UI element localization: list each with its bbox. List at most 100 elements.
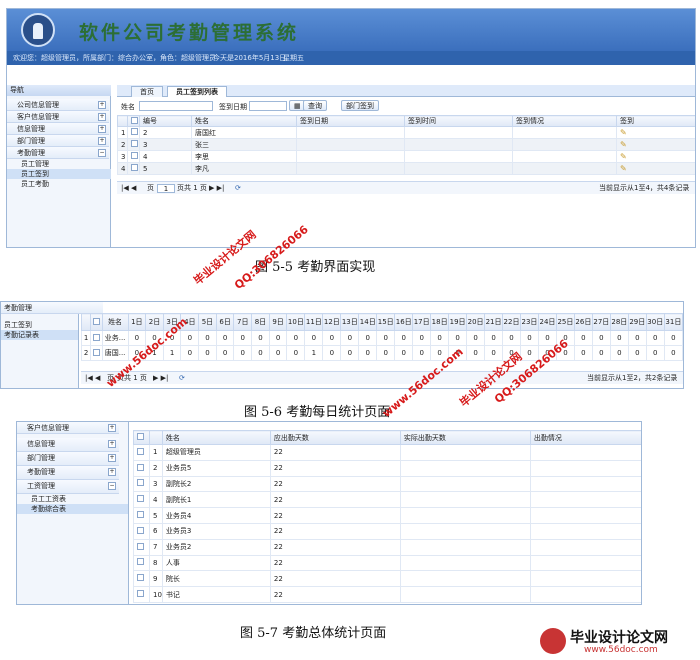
table-row[interactable]: 2 唐国... 0 1 1 0 0 0 0 0 0 0 1 0 0 0 0 0 0 0 0 0 0 0 0 0 0 0 0 0 0 0 0 <box>80 345 683 361</box>
sidebar-nav: 考勤管理 员工签到 考勤记录表 <box>1 302 103 388</box>
tab-checkin-list[interactable]: 员工签到列表 <box>167 86 227 97</box>
tab-home[interactable]: 首页 <box>131 86 163 97</box>
table-row[interactable]: 6 业务员3 22 <box>133 522 641 540</box>
next-page-icon[interactable]: ▶ ▶| <box>153 372 168 385</box>
col-time[interactable]: 签到时间 <box>404 115 513 127</box>
system-title: 软件公司考勤管理系统 <box>79 22 300 44</box>
cell-day-value: 0 <box>340 345 360 361</box>
col-day[interactable]: 1日 <box>127 313 147 331</box>
col-day[interactable]: 20日 <box>466 313 486 331</box>
refresh-icon[interactable]: ⟳ <box>179 372 185 385</box>
col-day[interactable]: 14日 <box>358 313 378 331</box>
cell-time <box>404 126 513 139</box>
col-day[interactable]: 30日 <box>645 313 665 331</box>
col-name[interactable]: 姓名 <box>191 115 297 127</box>
col-day[interactable]: 25日 <box>555 313 575 331</box>
name-input[interactable] <box>139 101 213 111</box>
col-status[interactable]: 签到情况 <box>512 115 617 127</box>
sidebar-item-attendance[interactable]: 考勤管理 + <box>17 466 119 480</box>
col-day[interactable]: 23日 <box>520 313 539 331</box>
col-day[interactable]: 12日 <box>322 313 342 331</box>
col-day[interactable]: 2日 <box>145 313 164 331</box>
dept-checkin-button[interactable]: 部门签到 <box>341 100 379 111</box>
col-day[interactable]: 8日 <box>251 313 270 331</box>
col-checkin[interactable]: 签到 <box>616 115 695 127</box>
col-due-days[interactable]: 应出勤天数 <box>269 430 401 445</box>
col-day[interactable]: 10日 <box>286 313 306 331</box>
sidebar-sub-checkin[interactable]: 员工签到 <box>7 169 111 179</box>
col-day[interactable]: 22日 <box>502 313 521 331</box>
col-day[interactable]: 21日 <box>484 313 504 331</box>
sidebar-item-info[interactable]: 信息管理 + <box>7 123 109 135</box>
cell-day-value: 0 <box>394 330 414 346</box>
table-row[interactable]: 5 业务员4 22 <box>133 507 641 524</box>
sidebar-item-company[interactable]: 公司信息管理 + <box>7 99 109 111</box>
col-day[interactable]: 9日 <box>268 313 288 331</box>
logo-icon <box>21 13 55 47</box>
sidebar-item-attendance[interactable]: 考勤管理 − <box>7 147 109 159</box>
table-row[interactable]: 3 4 李思 ✎ <box>117 150 695 163</box>
sidebar-nav: 导航 公司信息管理 + 客户信息管理 + 信息管理 + 部门管理 + 考勤管理 − 员工管… <box>7 85 111 247</box>
col-day[interactable]: 15日 <box>376 313 396 331</box>
col-day[interactable]: 19日 <box>448 313 468 331</box>
sidebar-item-salary[interactable]: 工资管理 − <box>17 480 119 494</box>
col-day[interactable]: 26日 <box>573 313 593 331</box>
col-date[interactable]: 签到日期 <box>296 115 405 127</box>
table-row[interactable]: 8 人事 22 <box>133 554 641 572</box>
sidebar-item-dept[interactable]: 部门管理 + <box>7 135 109 147</box>
sidebar-sub-checkin[interactable]: 员工签到 <box>1 320 78 330</box>
sidebar-sub-attendance[interactable]: 员工考勤 <box>7 179 111 189</box>
sidebar-sub-attendance-summary[interactable]: 考勤综合表 <box>17 504 128 514</box>
col-day[interactable]: 27日 <box>591 313 611 331</box>
table-row[interactable]: 4 副院长1 22 <box>133 491 641 509</box>
table-row[interactable]: 7 业务员2 22 <box>133 538 641 556</box>
sidebar-sub-record[interactable]: 考勤记录表 <box>1 330 78 340</box>
table-row[interactable]: 2 业务员5 22 <box>133 459 641 477</box>
col-day[interactable]: 28日 <box>609 313 629 331</box>
col-day[interactable]: 6日 <box>215 313 235 331</box>
col-day[interactable]: 24日 <box>537 313 557 331</box>
sidebar-item-customer[interactable]: 客户信息管理 + <box>7 111 109 123</box>
table-row[interactable]: 1 超级管理员 22 <box>133 444 641 461</box>
sidebar-sub-salary-table[interactable]: 员工工资表 <box>17 494 128 504</box>
date-input[interactable] <box>249 101 287 111</box>
col-day[interactable]: 29日 <box>627 313 647 331</box>
row-index: 9 <box>149 570 163 588</box>
row-index: 7 <box>149 538 163 556</box>
col-attendance-status[interactable]: 出勤情况 <box>529 430 641 445</box>
table-row[interactable]: 1 2 唐国红 ✎ <box>117 126 695 139</box>
sidebar-item-customer[interactable]: 客户信息管理 + <box>17 422 119 434</box>
sidebar-sub-employee[interactable]: 员工管理 <box>7 159 111 169</box>
cell-status <box>512 150 617 163</box>
cell-day-value: 1 <box>304 345 324 361</box>
next-page-icon[interactable]: ▶ ▶| <box>209 182 224 195</box>
col-day[interactable]: 7日 <box>233 313 253 331</box>
first-page-icon[interactable]: |◀ ◀ <box>85 372 100 385</box>
table-row[interactable]: 10 书记 22 <box>133 586 641 603</box>
col-day[interactable]: 16日 <box>394 313 414 331</box>
col-day[interactable]: 17日 <box>412 313 432 331</box>
row-index: 5 <box>149 507 163 524</box>
sidebar-item-dept[interactable]: 部门管理 + <box>17 452 119 466</box>
cell-day-value: 0 <box>663 330 683 346</box>
pager-summary: 当前显示从1至2，共2条记录 <box>587 374 678 382</box>
col-name[interactable]: 姓名 <box>101 313 129 331</box>
cell-day-value: 0 <box>322 345 342 361</box>
col-day[interactable]: 18日 <box>430 313 450 331</box>
first-page-icon[interactable]: |◀ ◀ <box>121 182 136 195</box>
sidebar-item-info[interactable]: 信息管理 + <box>17 438 119 452</box>
col-day[interactable]: 31日 <box>663 313 683 331</box>
table-row[interactable]: 2 3 张三 ✎ <box>117 138 695 151</box>
table-row[interactable]: 3 副院长2 22 <box>133 475 641 493</box>
col-name[interactable]: 姓名 <box>161 430 271 445</box>
col-day[interactable]: 5日 <box>198 313 217 331</box>
col-id[interactable]: 编号 <box>139 115 192 127</box>
col-actual-days[interactable]: 实际出勤天数 <box>399 430 531 445</box>
col-day[interactable]: 11日 <box>304 313 324 331</box>
table-row[interactable]: 4 5 李凡 ✎ <box>117 162 695 175</box>
page-input[interactable]: 1 <box>157 184 175 193</box>
refresh-icon[interactable]: ⟳ <box>235 182 241 195</box>
table-row[interactable]: 9 院长 22 <box>133 570 641 588</box>
col-day[interactable]: 13日 <box>340 313 360 331</box>
query-button[interactable]: 查询 <box>303 100 327 111</box>
